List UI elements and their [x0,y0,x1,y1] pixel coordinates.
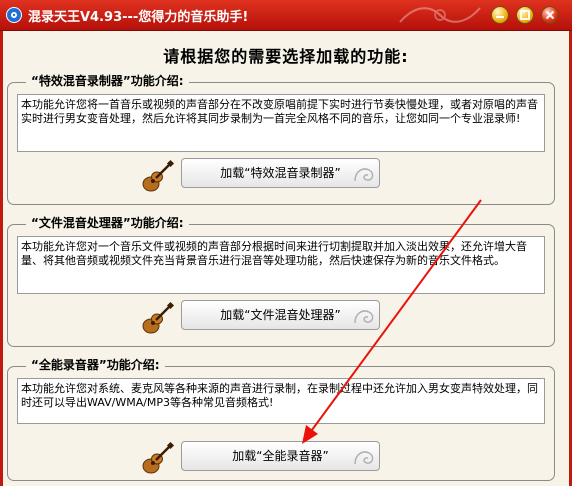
button-label: 加载“文件混音处理器” [220,308,341,322]
section-title: “文件混音处理器”功能介绍: [26,214,189,231]
button-label: 加载“特效混音录制器” [220,166,341,180]
button-label: 加载“全能录音器” [232,449,329,463]
section-description: 本功能允许您对系统、麦克风等各种来源的声音进行录制，在录制过程中还允许加入男女变… [17,378,545,424]
section-universal-recorder: “全能录音器”功能介绍: 本功能允许您对系统、麦克风等各种来源的声音进行录制，在… [7,356,555,481]
guitar-icon [142,301,175,334]
page-heading: 请根据您的需要选择加载的功能: [163,47,409,66]
guitar-icon [142,441,175,474]
app-disc-icon [6,7,22,23]
section-description: 本功能允许您将一首音乐或视频的声音部分在不改变原唱前提下实时进行节奏快慢处理，或… [17,94,545,152]
section-file-mixer: “文件混音处理器”功能介绍: 本功能允许您对一个音乐文件或视频的声音部分根据时间… [7,214,555,347]
maximize-icon [520,10,530,20]
load-universal-recorder-button[interactable]: 加载“全能录音器” [181,441,380,471]
minimize-button[interactable] [491,6,509,24]
button-ornament-icon [354,310,374,324]
button-ornament-icon [354,168,374,182]
button-ornament-icon [354,451,374,465]
close-button[interactable] [541,6,559,24]
load-file-mixer-button[interactable]: 加载“文件混音处理器” [181,300,380,330]
load-effects-recorder-button[interactable]: 加载“特效混音录制器” [181,158,380,188]
title-ornament-icon [399,7,481,23]
section-title: “全能录音器”功能介绍: [26,356,165,373]
maximize-button[interactable] [516,6,534,24]
title-bar[interactable]: 混录天王V4.93---您得力的音乐助手! [0,0,572,31]
minimize-icon [496,16,504,18]
section-title: “特效混音录制器”功能介绍: [26,72,189,89]
window-title: 混录天王V4.93---您得力的音乐助手! [28,10,249,25]
section-description: 本功能允许您对一个音乐文件或视频的声音部分根据时间来进行切割提取并加入淡出效果，… [17,236,545,294]
section-effects-recorder: “特效混音录制器”功能介绍: 本功能允许您将一首音乐或视频的声音部分在不改变原唱… [7,72,555,205]
guitar-icon [142,159,175,192]
close-icon [545,10,555,20]
